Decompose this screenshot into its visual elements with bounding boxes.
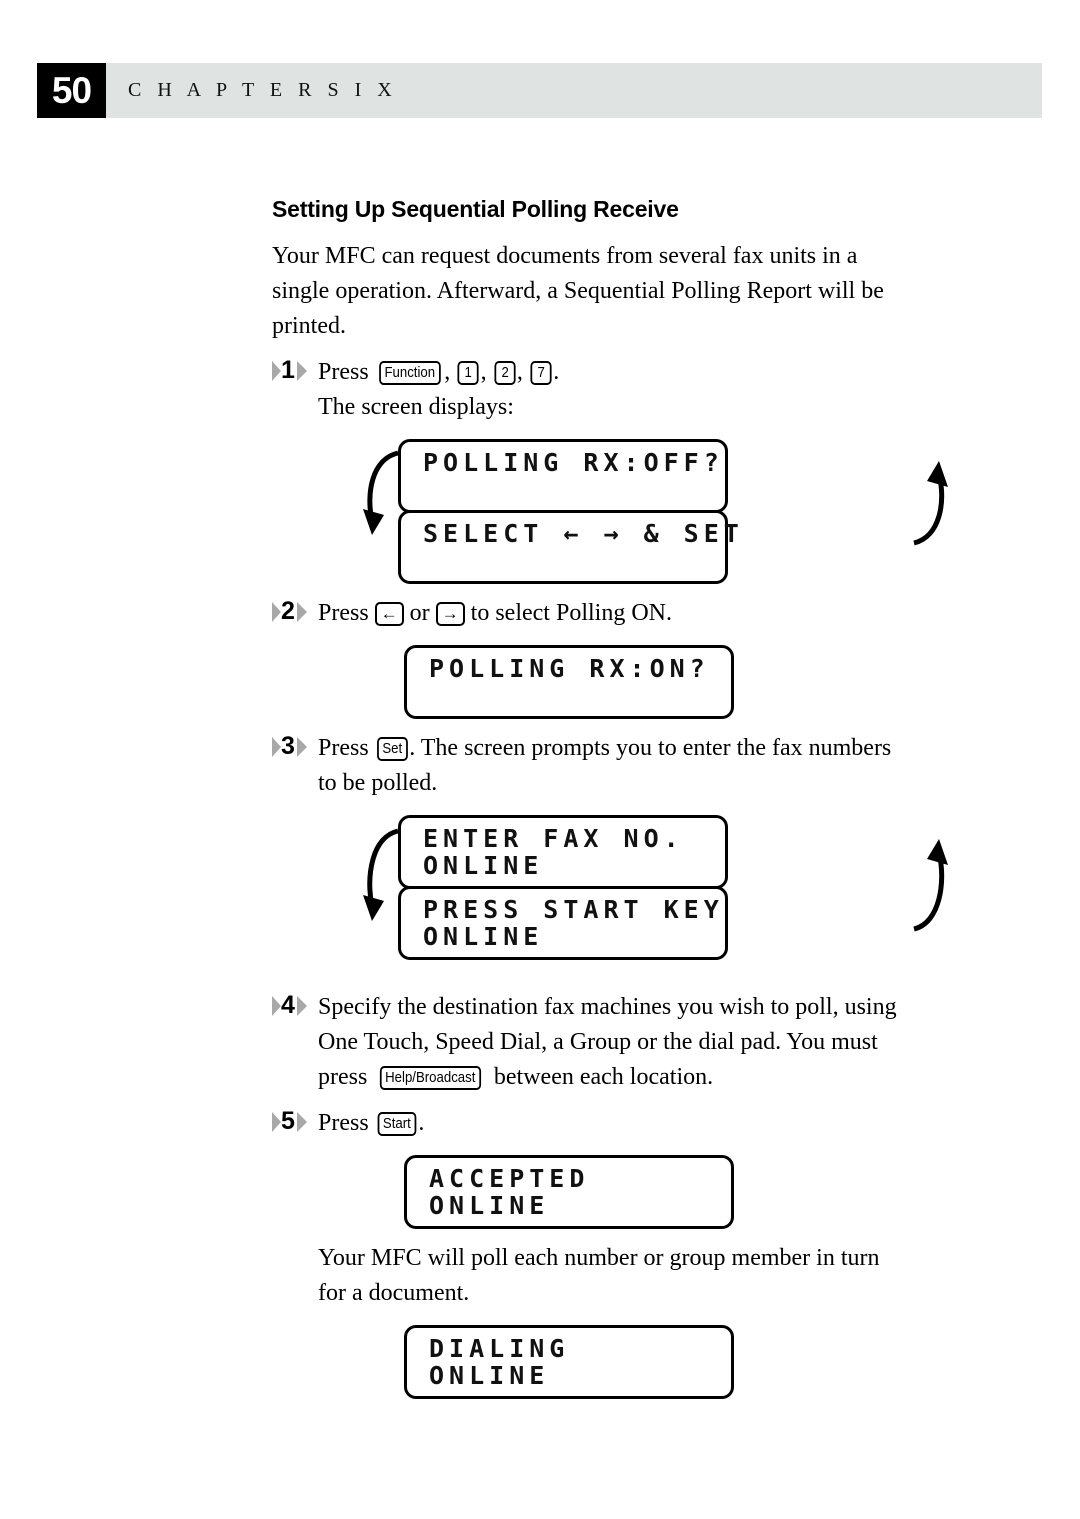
step-marker-left-wing-icon (272, 602, 281, 622)
step-3-press-label: Press (318, 735, 369, 761)
intro-paragraph: Your MFC can request documents from seve… (272, 243, 884, 339)
lcd-line-1: POLLING RX:OFF? (423, 448, 724, 477)
lcd-line-2 (423, 476, 725, 503)
lcd-line-1: ACCEPTED (429, 1164, 590, 1193)
step-5-number: 5 (281, 1107, 295, 1135)
step-5-press-label: Press (318, 1110, 369, 1136)
page-content: Setting Up Sequential Polling Receive Yo… (272, 196, 948, 1399)
key-function[interactable]: Function (378, 361, 441, 385)
lcd-line-2: ONLINE (423, 851, 544, 880)
step-5: 5 Press Start. (272, 1106, 912, 1141)
lcd-line-2: ONLINE (423, 922, 544, 951)
closing-paragraph: Your MFC will poll each number or group … (318, 1245, 880, 1306)
step-4-marker: 4 (272, 991, 312, 1020)
lcd-line-2 (429, 682, 731, 709)
step-2-number: 2 (281, 597, 295, 625)
display-group-1-stack: POLLING RX:OFF? SELECT ← → & SET (363, 439, 948, 584)
lcd-display-press-start-key: PRESS START KEY ONLINE (398, 886, 728, 960)
step-2-trailing-text: to select Polling ON. (470, 600, 672, 626)
step-2-press-label: Press (318, 600, 369, 626)
key-left-arrow-icon[interactable]: ← (374, 602, 404, 626)
step-3: 3 Press Set. The screen prompts you to e… (272, 731, 912, 801)
lcd-line-2: ONLINE (429, 1361, 550, 1390)
step-1-sep-2: , (480, 359, 487, 385)
lcd-line-1: SELECT ← → & SET (423, 519, 744, 548)
display-group-4: ACCEPTED ONLINE (404, 1155, 912, 1229)
page-number: 50 (51, 69, 92, 111)
lcd-display-accepted: ACCEPTED ONLINE (404, 1155, 734, 1229)
key-2[interactable]: 2 (494, 361, 516, 385)
step-marker-right-wing-icon (297, 996, 307, 1016)
step-4-line-3: between each location. (493, 1064, 714, 1090)
key-set[interactable]: Set (376, 737, 408, 761)
step-4-number: 4 (281, 991, 295, 1019)
step-1-followup: The screen displays: (318, 394, 514, 420)
key-start[interactable]: Start (377, 1112, 416, 1136)
step-marker-left-wing-icon (272, 1112, 281, 1132)
step-1-sep-3: , (516, 359, 523, 385)
step-5-marker: 5 (272, 1107, 312, 1136)
step-marker-left-wing-icon (272, 996, 281, 1016)
key-7[interactable]: 7 (530, 361, 552, 385)
step-1-marker: 1 (272, 356, 312, 385)
cycle-arrow-right-icon (913, 461, 948, 546)
lcd-display-polling-rx-off: POLLING RX:OFF? (398, 439, 728, 513)
step-2-marker: 2 (272, 597, 312, 626)
step-marker-right-wing-icon (297, 602, 307, 622)
step-1-sep-1: , (444, 359, 451, 385)
step-2-or-label: or (409, 600, 430, 626)
step-1-number: 1 (281, 356, 295, 384)
step-marker-right-wing-icon (297, 737, 307, 757)
display-group-1: POLLING RX:OFF? SELECT ← → & SET (363, 439, 948, 584)
lcd-display-polling-rx-on: POLLING RX:ON? (404, 645, 734, 719)
display-group-3: ENTER FAX NO. ONLINE PRESS START KEY ONL… (363, 815, 948, 960)
key-help-broadcast[interactable]: Help/Broadcast (380, 1066, 482, 1090)
lcd-line-2 (423, 547, 725, 574)
step-marker-right-wing-icon (297, 1112, 307, 1132)
section-title: Setting Up Sequential Polling Receive (272, 196, 679, 222)
display-group-2: POLLING RX:ON? (404, 645, 912, 719)
step-5-period: . (418, 1110, 425, 1136)
step-2: 2 Press ← or → to select Polling ON. (272, 596, 912, 631)
lcd-display-dialing: DIALING ONLINE (404, 1325, 734, 1399)
display-group-3-stack: ENTER FAX NO. ONLINE PRESS START KEY ONL… (363, 815, 948, 960)
step-marker-left-wing-icon (272, 361, 281, 381)
cycle-arrow-right-icon (913, 839, 948, 932)
cycle-arrow-left-icon (363, 828, 399, 921)
key-1[interactable]: 1 (457, 361, 480, 385)
lcd-line-1: ENTER FAX NO. (423, 824, 684, 853)
cycle-arrow-left-icon (363, 450, 399, 535)
step-marker-right-wing-icon (297, 361, 307, 381)
step-3-number: 3 (281, 732, 295, 760)
chapter-label: C H A P T E R S I X (128, 79, 398, 101)
lcd-line-1: DIALING (429, 1334, 570, 1363)
step-4-line-1: Specify the destination fax machines you… (318, 994, 897, 1020)
key-right-arrow-icon[interactable]: → (435, 602, 465, 626)
step-1-period: . (553, 359, 560, 385)
display-group-5: DIALING ONLINE (404, 1325, 912, 1399)
lcd-display-select-set: SELECT ← → & SET (398, 510, 744, 584)
lcd-line-1: PRESS START KEY (423, 895, 724, 924)
step-3-marker: 3 (272, 732, 312, 761)
lcd-line-2: ONLINE (429, 1191, 550, 1220)
step-1-press-label: Press (318, 359, 369, 385)
lcd-line-1: POLLING RX:ON? (429, 654, 710, 683)
step-1: 1 Press Function, 1, 2, 7. (272, 355, 912, 390)
step-marker-left-wing-icon (272, 737, 281, 757)
lcd-display-enter-fax-no: ENTER FAX NO. ONLINE (398, 815, 728, 889)
step-4: 4 Specify the destination fax machines y… (272, 990, 912, 1095)
